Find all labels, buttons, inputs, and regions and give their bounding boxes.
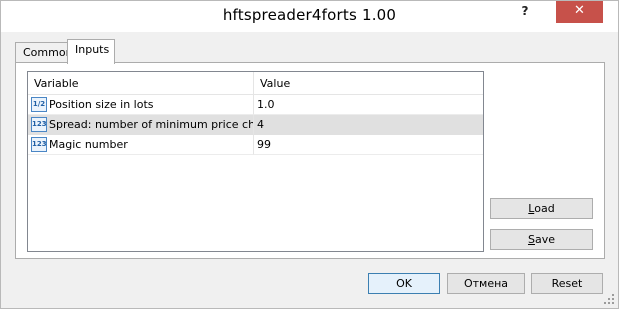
- load-button[interactable]: Load: [490, 198, 593, 219]
- resize-grip-icon[interactable]: [603, 293, 615, 305]
- variable-name: Position size in lots: [49, 98, 154, 111]
- variable-cell[interactable]: 123 Magic number: [28, 135, 254, 155]
- ok-button[interactable]: OK: [368, 273, 440, 294]
- cancel-button[interactable]: Отмена: [447, 273, 525, 294]
- table-row[interactable]: 1/2 Position size in lots 1.0: [28, 95, 483, 115]
- table-row[interactable]: 123 Magic number 99: [28, 135, 483, 155]
- reset-button[interactable]: Reset: [531, 273, 603, 294]
- integer-type-icon: 123: [31, 117, 47, 132]
- table-header: Variable Value: [28, 72, 483, 95]
- value-cell[interactable]: 99: [254, 135, 483, 155]
- variable-cell[interactable]: 123 Spread: number of minimum price chan…: [28, 115, 254, 135]
- save-label: ave: [534, 233, 555, 246]
- close-button[interactable]: ✕: [556, 1, 603, 23]
- save-mnemonic: S: [527, 233, 535, 246]
- help-button[interactable]: ?: [511, 1, 539, 23]
- inputs-table[interactable]: Variable Value 1/2 Position size in lots…: [27, 71, 484, 252]
- fraction-type-icon: 1/2: [31, 97, 47, 112]
- variable-cell[interactable]: 1/2 Position size in lots: [28, 95, 254, 115]
- title-bar[interactable]: hftspreader4forts 1.00 ? ✕: [1, 1, 618, 32]
- table-row-selected[interactable]: 123 Spread: number of minimum price chan…: [28, 115, 483, 135]
- tab-common[interactable]: Common: [15, 42, 73, 64]
- column-header-value[interactable]: Value: [254, 72, 483, 95]
- value-cell[interactable]: 4: [254, 115, 483, 135]
- dialog-window: hftspreader4forts 1.00 ? ✕ Common Inputs…: [0, 0, 619, 309]
- value-cell[interactable]: 1.0: [254, 95, 483, 115]
- variable-name: Magic number: [49, 138, 128, 151]
- variable-name: Spread: number of minimum price chan…: [49, 118, 254, 131]
- save-button[interactable]: Save: [490, 229, 593, 250]
- integer-type-icon: 123: [31, 137, 47, 152]
- load-label: oad: [534, 202, 555, 215]
- column-header-variable[interactable]: Variable: [28, 72, 254, 95]
- tab-inputs[interactable]: Inputs: [67, 39, 115, 64]
